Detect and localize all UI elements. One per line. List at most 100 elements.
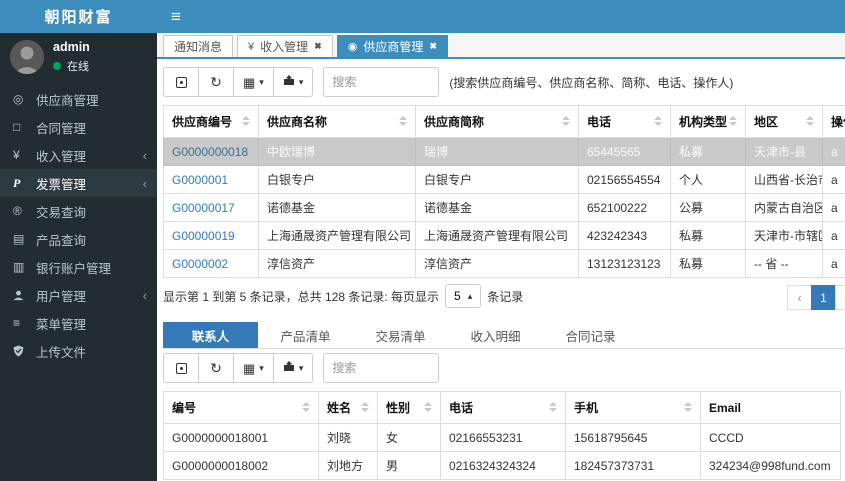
tab-product-list[interactable]: 产品清单	[258, 322, 353, 348]
table-row[interactable]: G0000000018 中欧瑞博 瑞博 65445565 私募 天津市-县 a	[163, 137, 845, 166]
column-header-region[interactable]: 地区	[745, 105, 823, 138]
column-header-contact-name[interactable]: 姓名	[318, 391, 378, 424]
column-header-operator[interactable]: 操作人	[822, 105, 845, 138]
list-icon: ≡	[13, 316, 21, 330]
sidebar-item-label: 交易查询	[36, 205, 87, 220]
export-button[interactable]: ▾	[272, 353, 314, 383]
column-header-mobile[interactable]: 手机	[565, 391, 701, 424]
toggle-icon	[175, 76, 187, 88]
sidebar-item-menus[interactable]: ≡ 菜单管理	[0, 309, 157, 337]
column-header-short[interactable]: 供应商简称	[415, 105, 579, 138]
sidebar-item-upload[interactable]: 上传文件	[0, 337, 157, 365]
toggle-pagination-button[interactable]	[163, 353, 199, 383]
columns-icon: ▦	[243, 360, 256, 376]
tab-contacts[interactable]: 联系人	[163, 322, 258, 348]
column-header-code[interactable]: 供应商编号	[163, 105, 259, 138]
book-icon: ▥	[13, 260, 25, 274]
tab-income-detail[interactable]: 收入明细	[448, 322, 543, 348]
column-header-phone[interactable]: 电话	[578, 105, 671, 138]
table-row[interactable]: G00000017 诺德基金 诺德基金 652100222 公募 内蒙古自治区 …	[163, 193, 845, 222]
close-icon[interactable]: ✖	[429, 41, 437, 52]
table-row[interactable]: G0000001 白银专户 白银专户 02156554554 个人 山西省-长治…	[163, 165, 845, 194]
supplier-code-link[interactable]: G00000019	[172, 229, 235, 243]
avatar-image	[10, 40, 44, 74]
sidebar-toggle-icon[interactable]: ≡	[171, 8, 181, 25]
registered-icon: ®	[13, 204, 22, 218]
sort-icon	[242, 116, 250, 126]
page-size-dropdown[interactable]: 5 ▴	[445, 284, 482, 308]
contacts-search-input[interactable]	[323, 353, 440, 383]
shield-icon	[13, 345, 36, 357]
sidebar-item-label: 用户管理	[36, 289, 87, 304]
sidebar-item-label: 供应商管理	[36, 93, 99, 108]
columns-button[interactable]: ▦ ▾	[233, 353, 274, 383]
table-row[interactable]: G0000000018002 刘地方 男 0216324324324 18245…	[163, 451, 841, 480]
sidebar-item-bank-accounts[interactable]: ▥ 银行账户管理	[0, 253, 157, 281]
card-icon: ▤	[13, 232, 25, 246]
fisheye-icon: ◉	[347, 41, 358, 53]
column-header-contact-phone[interactable]: 电话	[440, 391, 566, 424]
refresh-button[interactable]: ↻	[198, 67, 234, 97]
tab-contract-records[interactable]: 合同记录	[543, 322, 638, 348]
export-icon	[283, 75, 295, 89]
supplier-code-link[interactable]: G00000017	[172, 201, 235, 215]
sidebar-item-label: 收入管理	[36, 149, 87, 164]
tab-income[interactable]: ¥ 收入管理 ✖	[237, 35, 333, 57]
export-button[interactable]: ▾	[272, 67, 314, 97]
caret-down-icon: ▾	[259, 362, 264, 373]
sidebar-item-contracts[interactable]: □ 合同管理	[0, 113, 157, 141]
refresh-icon: ↻	[210, 360, 222, 376]
table-row[interactable]: G00000019 上海通晟资产管理有限公司 上海通晟资产管理有限公司 4232…	[163, 221, 845, 250]
sort-icon	[684, 402, 692, 412]
chevron-left-icon: ‹	[142, 287, 147, 303]
caret-down-icon: ▾	[259, 76, 264, 87]
columns-icon: ▦	[243, 74, 256, 90]
sidebar-menu: ◎ 供应商管理 □ 合同管理 ¥ 收入管理 ‹ P 发票管理 ‹ ® 交易查询	[0, 85, 157, 365]
sidebar-item-transactions[interactable]: ® 交易查询	[0, 197, 157, 225]
detail-tabs: 联系人 产品清单 交易清单 收入明细 合同记录	[163, 322, 845, 349]
supplier-code-link[interactable]: G0000000018	[172, 145, 248, 159]
top-navbar: ≡	[157, 0, 845, 33]
table-row[interactable]: G0000002 淳信资产 淳信资产 13123123123 私募 -- 省 -…	[163, 249, 845, 278]
pagination-info-suffix: 条记录	[487, 289, 524, 304]
close-icon[interactable]: ✖	[314, 41, 322, 52]
refresh-button[interactable]: ↻	[198, 353, 234, 383]
tab-notifications[interactable]: 通知消息	[163, 35, 234, 57]
sort-icon	[562, 116, 570, 126]
toggle-pagination-button[interactable]	[163, 67, 199, 97]
column-header-type[interactable]: 机构类型	[670, 105, 746, 138]
column-header-gender[interactable]: 性别	[377, 391, 441, 424]
table-row[interactable]: G0000000018001 刘晓 女 02166553231 15618795…	[163, 423, 841, 452]
sidebar-item-users[interactable]: 用户管理 ‹	[0, 281, 157, 309]
column-header-name[interactable]: 供应商名称	[258, 105, 416, 138]
table-button-group: ↻ ▦ ▾ ▾	[163, 353, 314, 383]
caret-down-icon: ▾	[298, 76, 304, 87]
chevron-left-icon: ‹	[142, 147, 147, 163]
supplier-code-link[interactable]: G0000002	[172, 257, 228, 271]
chevron-left-icon: ‹	[142, 175, 147, 191]
contacts-header-row: 编号 姓名 性别 电话 手机 Email	[163, 391, 841, 424]
supplier-table: 供应商编号 供应商名称 供应商简称 电话 机构类型 地区 操作人 G000000…	[163, 105, 845, 278]
yen-icon: ¥	[13, 148, 20, 162]
tab-label: 供应商管理	[363, 40, 424, 54]
column-header-contact-code[interactable]: 编号	[163, 391, 319, 424]
page-1-button[interactable]: 1	[811, 285, 836, 310]
export-icon	[283, 361, 295, 375]
tab-transaction-list[interactable]: 交易清单	[353, 322, 448, 348]
sidebar-item-label: 产品查询	[36, 233, 87, 248]
supplier-search-input[interactable]	[323, 67, 440, 97]
sidebar-item-products[interactable]: ▤ 产品查询	[0, 225, 157, 253]
pagination-info-text: 显示第 1 到第 5 条记录，总共 128 条记录: 每页显示	[163, 289, 440, 304]
column-header-email[interactable]: Email	[700, 391, 841, 424]
sidebar-item-label: 上传文件	[36, 345, 87, 360]
supplier-code-link[interactable]: G0000001	[172, 173, 228, 187]
caret-down-icon: ▾	[298, 362, 304, 373]
tab-suppliers[interactable]: ◉ 供应商管理 ✖	[336, 35, 448, 57]
prev-page-button[interactable]: ‹	[787, 285, 812, 310]
sidebar-item-suppliers[interactable]: ◎ 供应商管理	[0, 85, 157, 113]
supplier-panel: ↻ ▦ ▾ ▾ (搜索供应商编号、供应商名称、简称、电话、操作人)	[157, 59, 845, 481]
page-2-button[interactable]: 2	[835, 285, 845, 310]
columns-button[interactable]: ▦ ▾	[233, 67, 274, 97]
sidebar-item-invoices[interactable]: P 发票管理 ‹	[0, 169, 157, 197]
sidebar-item-income[interactable]: ¥ 收入管理 ‹	[0, 141, 157, 169]
